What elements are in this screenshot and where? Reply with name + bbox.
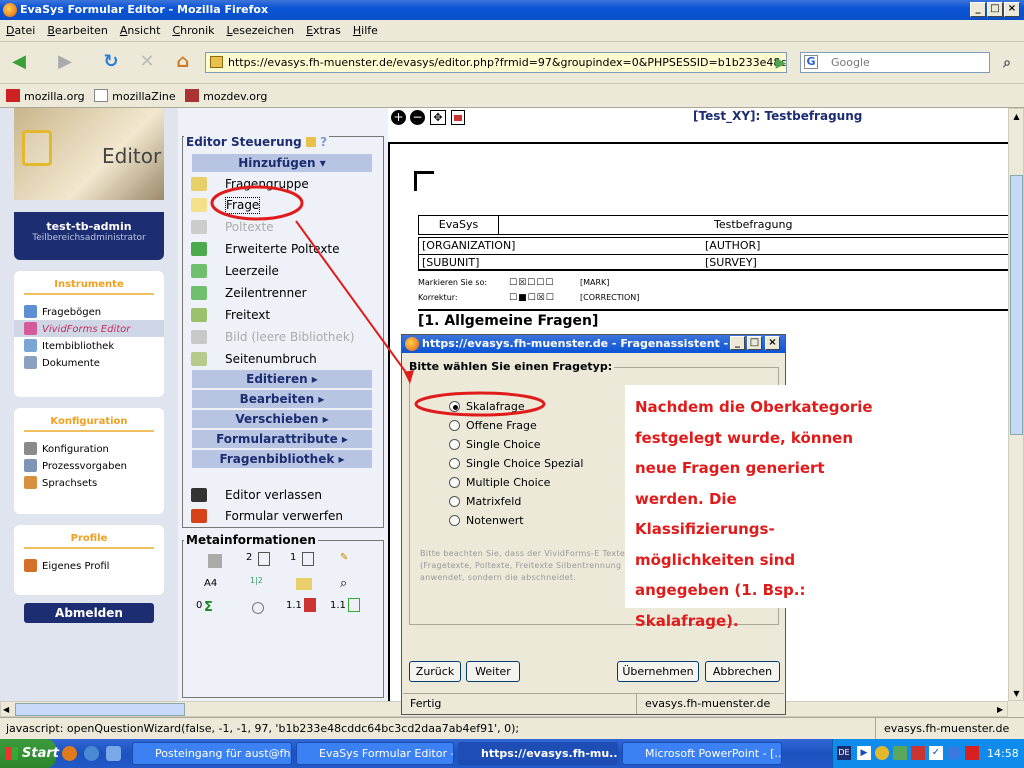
arrow-head xyxy=(404,370,414,384)
taskbar: Start Posteingang für aust@fh... EvaSys … xyxy=(0,739,1024,768)
task-posteingang[interactable]: Posteingang für aust@fh... xyxy=(132,742,292,765)
system-tray: DE ▶ ✓ 14:58 xyxy=(832,739,1024,768)
task-evasys-editor[interactable]: EvaSys Formular Editor -... xyxy=(296,742,454,765)
status-bar: javascript: openQuestionWizard(false, -1… xyxy=(0,717,1024,740)
annotation-arrow xyxy=(295,220,411,379)
start-button[interactable]: Start xyxy=(0,739,59,768)
tray-network-icon[interactable] xyxy=(893,746,907,760)
firefox-quicklaunch-icon[interactable] xyxy=(62,746,77,761)
frage-highlight-ellipse xyxy=(210,185,304,221)
tray-play-icon[interactable]: ▶ xyxy=(857,746,871,760)
windows-logo-icon xyxy=(5,747,18,760)
annotation-overlay xyxy=(210,185,546,417)
tray-app-icon[interactable] xyxy=(875,746,889,760)
task-fragenassistent[interactable]: https://evasys.fh-mu... xyxy=(458,742,618,765)
tray-alert-icon[interactable] xyxy=(965,746,979,760)
status-host: evasys.fh-muenster.de xyxy=(875,718,1024,740)
tray-check-icon[interactable]: ✓ xyxy=(929,746,943,760)
skalafrage-highlight-ellipse xyxy=(414,391,546,417)
desktop-quicklaunch-icon[interactable] xyxy=(106,746,121,761)
language-indicator[interactable]: DE xyxy=(837,746,851,760)
status-text: javascript: openQuestionWizard(false, -1… xyxy=(6,722,520,735)
tray-security-icon[interactable] xyxy=(911,746,925,760)
tray-update-icon[interactable] xyxy=(947,746,961,760)
clock: 14:58 xyxy=(987,747,1019,760)
task-powerpoint[interactable]: Microsoft PowerPoint - [... xyxy=(622,742,782,765)
thunderbird-quicklaunch-icon[interactable] xyxy=(84,746,99,761)
